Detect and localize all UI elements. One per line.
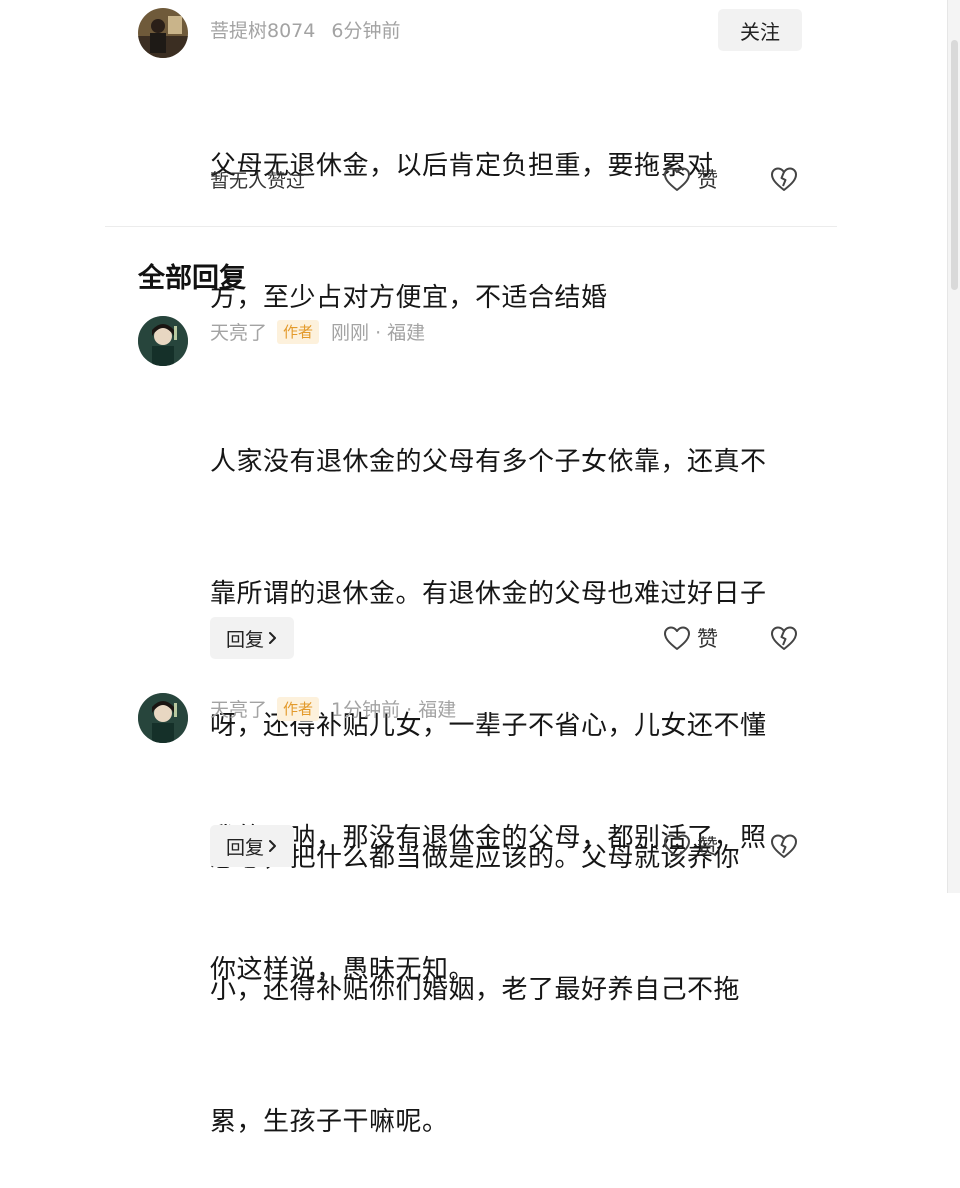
reply-time-location: 1分钟前 · 福建 [331, 699, 457, 721]
all-replies-heading: 全部回复 [138, 263, 246, 294]
like-label: 赞 [697, 168, 718, 192]
reply-line: 你这样说，愚昧无知。 [210, 955, 476, 985]
broken-heart-icon[interactable] [770, 624, 798, 652]
scrollbar-thumb[interactable] [951, 40, 958, 290]
like-button[interactable]: 赞 [663, 831, 718, 861]
chevron-right-icon [269, 632, 276, 644]
chevron-right-icon [269, 840, 276, 852]
replier-avatar[interactable] [138, 693, 188, 743]
like-button[interactable]: 赞 [663, 623, 718, 653]
reply-label: 回复 [225, 836, 264, 859]
reply-line: 我的天呐，那没有退休金的父母，都别活了，照 [210, 823, 767, 853]
author-badge: 作者 [277, 696, 320, 721]
reply-button[interactable]: 回复 [210, 825, 294, 867]
broken-heart-icon[interactable] [770, 165, 798, 193]
scrollbar-track[interactable] [947, 0, 960, 893]
no-likes-text: 暂无人赞过 [210, 170, 306, 192]
like-label: 赞 [697, 835, 718, 859]
reply-time-location: 刚刚 · 福建 [331, 322, 426, 344]
reply-label: 回复 [225, 628, 264, 651]
reply-meta: 天亮了 作者 刚刚 · 福建 [210, 318, 425, 345]
comment-meta: 菩提树8074 6分钟前 [210, 16, 400, 43]
heart-outline-icon [664, 626, 690, 650]
reply-line: 累，生孩子干嘛呢。 [210, 1107, 449, 1137]
follow-button[interactable]: 关注 [718, 9, 802, 51]
replier-username[interactable]: 天亮了 [210, 318, 267, 345]
like-label: 赞 [697, 627, 718, 651]
reply-line: 靠所谓的退休金。有退休金的父母也难过好日子 [210, 579, 767, 609]
heart-outline-icon [664, 834, 690, 858]
reply-button[interactable]: 回复 [210, 617, 294, 659]
heart-outline-icon [664, 167, 690, 191]
reply-meta: 天亮了 作者 1分钟前 · 福建 [210, 695, 456, 722]
replier-username[interactable]: 天亮了 [210, 695, 267, 722]
commenter-username[interactable]: 菩提树8074 [210, 16, 315, 43]
section-divider [105, 226, 837, 227]
reply-text: 我的天呐，那没有退休金的父母，都别活了，照 你这样说，愚昧无知。 [210, 728, 810, 1036]
like-button[interactable]: 赞 [663, 164, 718, 194]
reply-line: 人家没有退休金的父母有多个子女依靠，还真不 [210, 447, 767, 477]
comment-line: 方，至少占对方便宜，不适合结婚 [210, 283, 608, 313]
broken-heart-icon[interactable] [770, 832, 798, 860]
replier-avatar[interactable] [138, 316, 188, 366]
comment-time: 6分钟前 [331, 20, 401, 42]
author-badge: 作者 [277, 319, 320, 344]
commenter-avatar[interactable] [138, 8, 188, 58]
